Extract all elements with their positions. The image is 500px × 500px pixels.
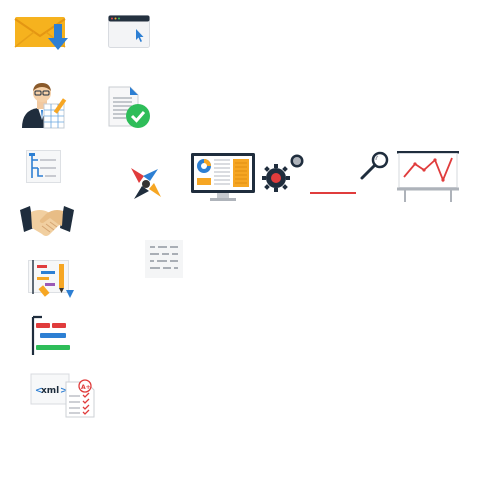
hierarchy-tree-icon [26, 150, 62, 184]
magnifier-line-icon [306, 150, 392, 198]
document-approved-icon [108, 86, 152, 130]
gantt-board-icon [28, 258, 74, 298]
pinwheel-logo-icon [128, 166, 164, 202]
xml-checklist-icon: < xml > A+ [30, 372, 98, 418]
handshake-icon [20, 202, 74, 240]
gears-icon [262, 152, 306, 192]
text-lines-icon [145, 240, 183, 278]
xml-label: xml [41, 386, 59, 396]
businessman-spreadsheet-icon [18, 80, 70, 130]
roadmap-chart-icon [31, 315, 74, 356]
browser-window-icon [108, 15, 150, 48]
presentation-board-icon [397, 150, 459, 202]
dashboard-monitor-icon [190, 152, 256, 204]
grade-label: A+ [81, 384, 91, 391]
email-download-icon [14, 14, 68, 52]
